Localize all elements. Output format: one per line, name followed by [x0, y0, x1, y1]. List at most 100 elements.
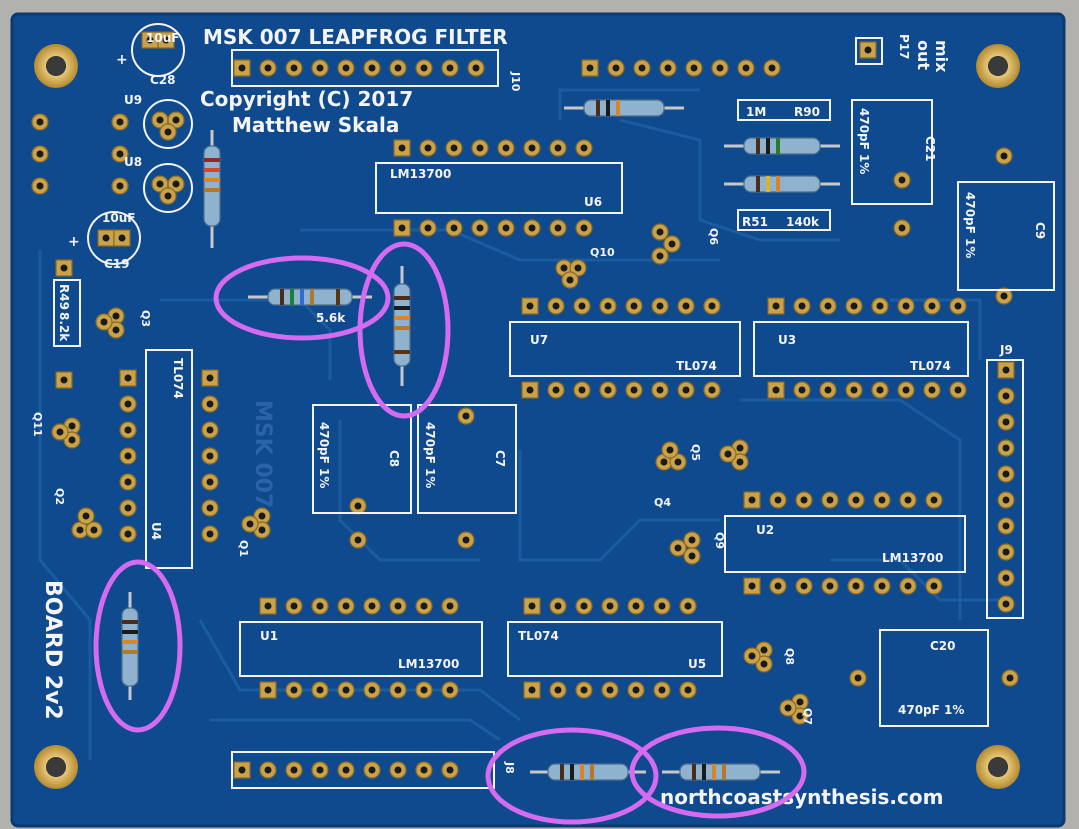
u1-pad	[259, 597, 277, 615]
capacitor-pad	[1001, 669, 1019, 687]
header-j8-pad	[285, 761, 303, 779]
u4-part: TL074	[171, 358, 185, 399]
label-out: out	[914, 40, 933, 70]
c19-plus: +	[68, 234, 80, 250]
label-q6: Q6	[707, 228, 720, 245]
via-pad	[31, 177, 49, 195]
mounting-hole-br	[976, 745, 1020, 789]
u6-pad	[445, 139, 463, 157]
u6-pad	[523, 219, 541, 237]
header-j10-pad	[311, 59, 329, 77]
misc-pad	[859, 41, 877, 59]
u5-pad	[627, 597, 645, 615]
u2-pad	[925, 577, 943, 595]
transistor-pad	[651, 223, 669, 241]
u3-pad	[819, 381, 837, 399]
u5-pad	[601, 681, 619, 699]
header-j8-pad	[259, 761, 277, 779]
u7-pad	[521, 297, 539, 315]
u2-pad	[873, 577, 891, 595]
pcb-photo: MSK 007 LEAPFROG FILTER Copyright (C) 20…	[0, 0, 1079, 829]
header-j9-pad	[997, 543, 1015, 561]
label-u1: U1	[260, 629, 278, 643]
header-j-top-pad	[685, 59, 703, 77]
u6-pad	[393, 139, 411, 157]
u2-pad	[769, 577, 787, 595]
capacitor-pad	[893, 171, 911, 189]
author-text: Matthew Skala	[232, 113, 399, 137]
u7-pad	[547, 297, 565, 315]
u7-pad	[573, 297, 591, 315]
faint-board-label: MSK 007	[250, 400, 275, 508]
u7-pad	[703, 381, 721, 399]
transistor-pad	[663, 235, 681, 253]
transistor-pad	[77, 507, 95, 525]
transistor-pad	[95, 313, 113, 331]
website-text: northcoastsynthesis.com	[660, 785, 943, 809]
label-q2: Q2	[53, 488, 66, 505]
u5-pad	[679, 681, 697, 699]
u2-pad	[821, 491, 839, 509]
header-j10-pad	[337, 59, 355, 77]
u3-pad	[767, 381, 785, 399]
u4-pad	[201, 421, 219, 439]
u4-pad	[119, 499, 137, 517]
u6-pad	[393, 219, 411, 237]
u1-pad	[389, 597, 407, 615]
u6-pad	[419, 139, 437, 157]
header-j-top-pad	[711, 59, 729, 77]
header-j8-pad	[363, 761, 381, 779]
capacitor-pad	[457, 531, 475, 549]
transistor-pad	[51, 423, 69, 441]
label-u8: U8	[124, 155, 142, 169]
label-u6: U6	[584, 195, 602, 209]
u2-pad	[847, 577, 865, 595]
label-c9: C9	[1033, 222, 1047, 239]
u7-pad	[651, 381, 669, 399]
header-j8-pad	[337, 761, 355, 779]
u1-pad	[441, 597, 459, 615]
transistor-pad	[159, 187, 177, 205]
u3-pad	[845, 297, 863, 315]
u4-pad	[119, 447, 137, 465]
u1-pad	[363, 681, 381, 699]
u7-pad	[703, 297, 721, 315]
u6-pad	[549, 219, 567, 237]
u7-pad	[599, 381, 617, 399]
u7-pad	[599, 297, 617, 315]
u5-pad	[549, 597, 567, 615]
u5-part: TL074	[518, 629, 559, 643]
u3-pad	[923, 381, 941, 399]
u4-pad	[119, 421, 137, 439]
transistor-pad	[561, 271, 579, 289]
board-title: MSK 007 LEAPFROG FILTER	[203, 25, 508, 49]
u7-pad	[547, 381, 565, 399]
board-revision: BOARD 2v2	[40, 580, 65, 720]
u5-pad	[549, 681, 567, 699]
u5-pad	[653, 597, 671, 615]
mounting-hole-bl	[34, 745, 78, 789]
label-p17: P17	[897, 34, 911, 60]
c8-value: 470pF 1%	[317, 422, 331, 488]
u4-pad	[119, 395, 137, 413]
u7-part: TL074	[676, 359, 717, 373]
via-pad	[111, 177, 129, 195]
mounting-hole-tl	[34, 44, 78, 88]
u3-pad	[793, 297, 811, 315]
u2-part: LM13700	[882, 551, 943, 565]
u2-pad	[925, 491, 943, 509]
header-j-top-pad	[633, 59, 651, 77]
transistor-pad	[779, 699, 797, 717]
label-c20: C20	[930, 639, 956, 653]
header-j8-pad	[415, 761, 433, 779]
label-u2: U2	[756, 523, 774, 537]
header-j9-pad	[997, 569, 1015, 587]
misc-pad	[55, 259, 73, 277]
u7-pad	[677, 381, 695, 399]
u5-pad	[523, 597, 541, 615]
label-r90: R90	[794, 105, 820, 119]
u5-pad	[575, 597, 593, 615]
u1-pad	[389, 681, 407, 699]
via-pad	[31, 145, 49, 163]
u6-pad	[575, 219, 593, 237]
